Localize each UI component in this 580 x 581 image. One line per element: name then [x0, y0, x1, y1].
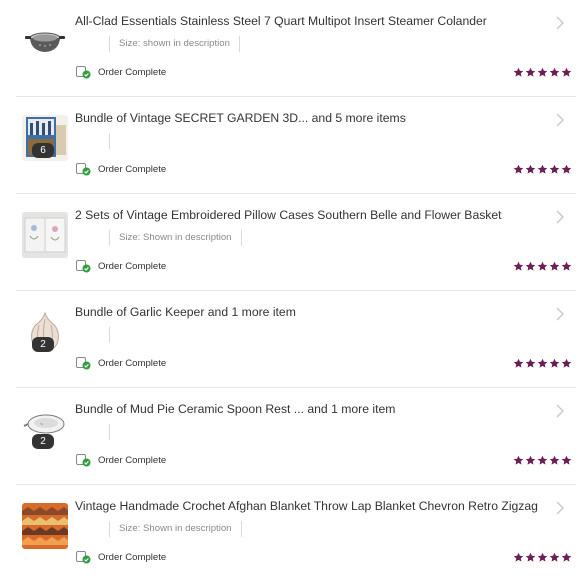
star-icon[interactable]	[537, 261, 548, 272]
order-size	[109, 327, 110, 343]
order-title[interactable]: Bundle of Vintage SECRET GARDEN 3D... an…	[75, 111, 545, 125]
order-item[interactable]: 2 Sets of Vintage Embroidered Pillow Cas…	[16, 193, 576, 290]
star-icon[interactable]	[525, 552, 536, 563]
svg-text:~: ~	[40, 422, 43, 428]
order-complete-icon	[76, 66, 91, 79]
order-size: Size: Shown in description	[109, 230, 242, 246]
rating-stars[interactable]	[513, 164, 572, 175]
order-status-label: Order Complete	[98, 164, 167, 175]
item-count-badge: 6	[32, 143, 54, 158]
order-status: Order Complete	[76, 454, 166, 467]
pillow-cases-thumbnail[interactable]	[22, 212, 68, 258]
star-icon[interactable]	[525, 261, 536, 272]
star-icon[interactable]	[549, 455, 560, 466]
order-item[interactable]: ~ 2 Bundle of Mud Pie Ceramic Spoon Rest…	[16, 387, 576, 484]
order-complete-icon	[76, 260, 91, 273]
order-title[interactable]: All-Clad Essentials Stainless Steel 7 Qu…	[75, 14, 545, 28]
order-status-label: Order Complete	[98, 67, 167, 78]
star-icon[interactable]	[537, 552, 548, 563]
pillow-cases-photo	[22, 212, 68, 258]
order-status: Order Complete	[76, 66, 166, 79]
order-size: Size: shown in description	[109, 36, 240, 52]
star-icon[interactable]	[525, 164, 536, 175]
order-status: Order Complete	[76, 357, 166, 370]
order-status: Order Complete	[76, 260, 166, 273]
star-icon[interactable]	[525, 358, 536, 369]
steamer-colander-photo	[22, 18, 68, 64]
star-icon[interactable]	[525, 67, 536, 78]
order-title[interactable]: Bundle of Garlic Keeper and 1 more item	[75, 305, 545, 319]
rating-stars[interactable]	[513, 261, 572, 272]
order-status-label: Order Complete	[98, 552, 167, 563]
order-item[interactable]: Vintage Handmade Crochet Afghan Blanket …	[16, 484, 576, 581]
star-icon[interactable]	[561, 261, 572, 272]
star-icon[interactable]	[513, 67, 524, 78]
star-icon[interactable]	[549, 67, 560, 78]
order-title[interactable]: Vintage Handmade Crochet Afghan Blanket …	[75, 499, 545, 513]
star-icon[interactable]	[561, 552, 572, 563]
star-icon[interactable]	[561, 358, 572, 369]
rating-stars[interactable]	[513, 67, 572, 78]
order-size: Size: Shown in description	[109, 521, 242, 537]
star-icon[interactable]	[513, 261, 524, 272]
star-icon[interactable]	[537, 455, 548, 466]
star-icon[interactable]	[561, 455, 572, 466]
star-icon[interactable]	[513, 455, 524, 466]
rating-stars[interactable]	[513, 455, 572, 466]
star-icon[interactable]	[549, 261, 560, 272]
crochet-blanket-photo	[22, 503, 68, 549]
rating-stars[interactable]	[513, 358, 572, 369]
order-status-label: Order Complete	[98, 261, 167, 272]
star-icon[interactable]	[525, 455, 536, 466]
chevron-right-icon[interactable]	[555, 210, 564, 224]
star-icon[interactable]	[549, 358, 560, 369]
item-count-badge: 2	[32, 337, 54, 352]
chevron-right-icon[interactable]	[555, 404, 564, 418]
star-icon[interactable]	[549, 552, 560, 563]
order-title[interactable]: Bundle of Mud Pie Ceramic Spoon Rest ...…	[75, 402, 545, 416]
order-complete-icon	[76, 163, 91, 176]
item-count-badge: 2	[32, 434, 54, 449]
order-status: Order Complete	[76, 163, 166, 176]
order-size	[109, 424, 110, 440]
order-item[interactable]: 6 Bundle of Vintage SECRET GARDEN 3D... …	[16, 96, 576, 193]
steamer-colander-thumbnail[interactable]	[22, 18, 68, 64]
order-status-label: Order Complete	[98, 455, 167, 466]
order-complete-icon	[76, 551, 91, 564]
order-status: Order Complete	[76, 551, 166, 564]
order-title[interactable]: 2 Sets of Vintage Embroidered Pillow Cas…	[75, 208, 545, 222]
star-icon[interactable]	[513, 358, 524, 369]
order-status-label: Order Complete	[98, 358, 167, 369]
star-icon[interactable]	[537, 164, 548, 175]
chevron-right-icon[interactable]	[555, 501, 564, 515]
star-icon[interactable]	[513, 552, 524, 563]
star-icon[interactable]	[549, 164, 560, 175]
rating-stars[interactable]	[513, 552, 572, 563]
star-icon[interactable]	[537, 358, 548, 369]
order-complete-icon	[76, 357, 91, 370]
star-icon[interactable]	[537, 67, 548, 78]
chevron-right-icon[interactable]	[555, 307, 564, 321]
order-size	[109, 133, 110, 149]
star-icon[interactable]	[561, 164, 572, 175]
star-icon[interactable]	[513, 164, 524, 175]
order-item[interactable]: 2 Bundle of Garlic Keeper and 1 more ite…	[16, 290, 576, 387]
star-icon[interactable]	[561, 67, 572, 78]
order-item[interactable]: All-Clad Essentials Stainless Steel 7 Qu…	[16, 0, 576, 96]
order-list: All-Clad Essentials Stainless Steel 7 Qu…	[0, 0, 580, 581]
order-complete-icon	[76, 454, 91, 467]
crochet-blanket-thumbnail[interactable]	[22, 503, 68, 549]
chevron-right-icon[interactable]	[555, 113, 564, 127]
chevron-right-icon[interactable]	[555, 16, 564, 30]
